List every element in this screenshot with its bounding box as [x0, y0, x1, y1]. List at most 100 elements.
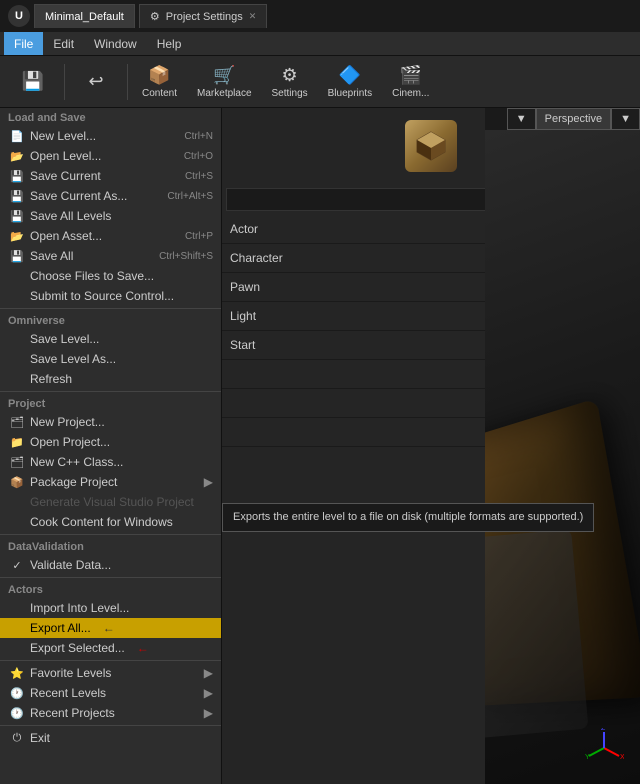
- toolbar-settings-btn[interactable]: ⚙ Settings: [264, 60, 316, 104]
- export-selected-arrow: ←: [137, 641, 149, 655]
- menu-import-level[interactable]: Import Into Level...: [0, 598, 221, 618]
- separator-5: [0, 660, 221, 661]
- viewport-dropdown-btn[interactable]: ▼: [507, 108, 536, 130]
- section-omniverse: Omniverse: [0, 311, 221, 329]
- import-icon: [10, 601, 24, 615]
- recent-levels-icon: 🕐: [10, 686, 24, 700]
- omni-saveas-icon: [10, 352, 24, 366]
- scene-object-2: [485, 529, 588, 739]
- content-icon: 📦: [148, 65, 170, 86]
- toolbar-marketplace-btn[interactable]: 🛒 Marketplace: [189, 60, 259, 104]
- menu-save-all[interactable]: 💾 Save All Ctrl+Shift+S: [0, 246, 221, 266]
- menu-save-level-as[interactable]: Save Level As...: [0, 349, 221, 369]
- menu-export-all[interactable]: Export All... ←: [0, 618, 221, 638]
- toolbar-blueprints-btn[interactable]: 🔷 Blueprints: [320, 60, 380, 104]
- tab-minimal-default[interactable]: Minimal_Default: [34, 4, 135, 28]
- separator-2: [0, 391, 221, 392]
- toolbar-divider-1: [64, 64, 65, 100]
- menu-window[interactable]: Window: [84, 32, 147, 55]
- tab-close-icon[interactable]: ✕: [249, 11, 257, 22]
- menu-favorite-levels[interactable]: ⭐ Favorite Levels ▶: [0, 663, 221, 683]
- section-project: Project: [0, 394, 221, 412]
- separator-3: [0, 534, 221, 535]
- file-dropdown-menu: Load and Save 📄 New Level... Ctrl+N 📂 Op…: [0, 108, 222, 784]
- menu-new-cpp-class[interactable]: 🗂 New C++ Class...: [0, 452, 221, 472]
- menu-save-level[interactable]: Save Level...: [0, 329, 221, 349]
- section-load-save: Load and Save: [0, 108, 221, 126]
- package-arrow-icon: ▶: [204, 475, 213, 489]
- xyz-gizmo: X Y Z: [584, 728, 624, 768]
- submit-source-icon: [10, 289, 24, 303]
- main-content: Load and Save 📄 New Level... Ctrl+N 📂 Op…: [0, 108, 640, 784]
- toolbar-cinematics-label: Cinem...: [392, 88, 429, 99]
- toolbar-content-btn[interactable]: 📦 Content: [134, 60, 185, 104]
- menu-validate-data[interactable]: ✓ Validate Data...: [0, 555, 221, 575]
- settings-toolbar-icon: ⚙: [282, 65, 298, 86]
- section-datavalidation: DataValidation: [0, 537, 221, 555]
- actor-label: Actor: [230, 222, 258, 236]
- scene-bg: X Y Z: [485, 130, 640, 784]
- toolbar-divider-2: [127, 64, 128, 100]
- validate-icon: ✓: [10, 558, 24, 572]
- viewport-header: ▼ Perspective ▼: [507, 108, 640, 130]
- blueprints-icon: 🔷: [339, 65, 361, 86]
- menu-save-current[interactable]: 💾 Save Current Ctrl+S: [0, 166, 221, 186]
- export-all-icon: [10, 621, 24, 635]
- menu-recent-projects[interactable]: 🕐 Recent Projects ▶: [0, 703, 221, 723]
- menu-exit[interactable]: ⏻ Exit: [0, 728, 221, 748]
- viewport-extra-btn[interactable]: ▼: [611, 108, 640, 130]
- menu-help[interactable]: Help: [147, 32, 192, 55]
- menu-package-project[interactable]: 📦 Package Project ▶: [0, 472, 221, 492]
- menu-export-selected[interactable]: Export Selected... ←: [0, 638, 221, 658]
- open-level-icon: 📂: [10, 149, 24, 163]
- favorite-levels-icon: ⭐: [10, 666, 24, 680]
- svg-text:Y: Y: [585, 754, 590, 761]
- menu-open-asset[interactable]: 📂 Open Asset... Ctrl+P: [0, 226, 221, 246]
- separator-6: [0, 725, 221, 726]
- export-all-tooltip: Exports the entire level to a file on di…: [222, 503, 594, 532]
- separator-1: [0, 308, 221, 309]
- ue-logo: U: [8, 5, 30, 27]
- menu-save-all-levels[interactable]: 💾 Save All Levels: [0, 206, 221, 226]
- cpp-class-icon: 🗂: [10, 455, 24, 469]
- export-selected-icon: [10, 641, 24, 655]
- viewport-area: ▼ Perspective ▼ X Y Z: [485, 108, 640, 784]
- toolbar-blueprints-label: Blueprints: [328, 88, 372, 99]
- separator-4: [0, 577, 221, 578]
- menu-save-current-as[interactable]: 💾 Save Current As... Ctrl+Alt+S: [0, 186, 221, 206]
- toolbar-save-btn[interactable]: 💾: [8, 60, 58, 104]
- save-all-icon: 💾: [10, 249, 24, 263]
- menu-bar: File Edit Window Help: [0, 32, 640, 56]
- toolbar-settings-label: Settings: [272, 88, 308, 99]
- cinematics-icon: 🎬: [400, 65, 422, 86]
- toolbar-undo-btn[interactable]: ↩: [71, 60, 121, 104]
- menu-new-project[interactable]: 🗂 New Project...: [0, 412, 221, 432]
- open-asset-icon: 📂: [10, 229, 24, 243]
- settings-icon: ⚙: [150, 10, 160, 23]
- menu-edit[interactable]: Edit: [43, 32, 84, 55]
- open-project-icon: 📁: [10, 435, 24, 449]
- svg-text:X: X: [620, 754, 624, 761]
- menu-new-level[interactable]: 📄 New Level... Ctrl+N: [0, 126, 221, 146]
- recent-projects-icon: 🕐: [10, 706, 24, 720]
- save-as-icon: 💾: [10, 189, 24, 203]
- tab-label: Minimal_Default: [45, 11, 124, 23]
- svg-text:Z: Z: [601, 728, 606, 732]
- menu-choose-files[interactable]: Choose Files to Save...: [0, 266, 221, 286]
- viewport-perspective-btn[interactable]: Perspective: [536, 108, 611, 130]
- menu-open-level[interactable]: 📂 Open Level... Ctrl+O: [0, 146, 221, 166]
- tab-project-settings[interactable]: ⚙ Project Settings ✕: [139, 4, 267, 28]
- recent-levels-arrow: ▶: [204, 686, 213, 700]
- exit-icon: ⏻: [10, 731, 24, 745]
- start-label: Start: [230, 338, 255, 352]
- save-all-levels-icon: 💾: [10, 209, 24, 223]
- tab-label: Project Settings: [166, 11, 243, 23]
- menu-recent-levels[interactable]: 🕐 Recent Levels ▶: [0, 683, 221, 703]
- toolbar-cinematics-btn[interactable]: 🎬 Cinem...: [384, 60, 437, 104]
- menu-open-project[interactable]: 📁 Open Project...: [0, 432, 221, 452]
- menu-submit-source[interactable]: Submit to Source Control...: [0, 286, 221, 306]
- menu-file[interactable]: File: [4, 32, 43, 55]
- perspective-label: Perspective: [545, 113, 602, 125]
- menu-cook-content[interactable]: Cook Content for Windows: [0, 512, 221, 532]
- menu-refresh[interactable]: Refresh: [0, 369, 221, 389]
